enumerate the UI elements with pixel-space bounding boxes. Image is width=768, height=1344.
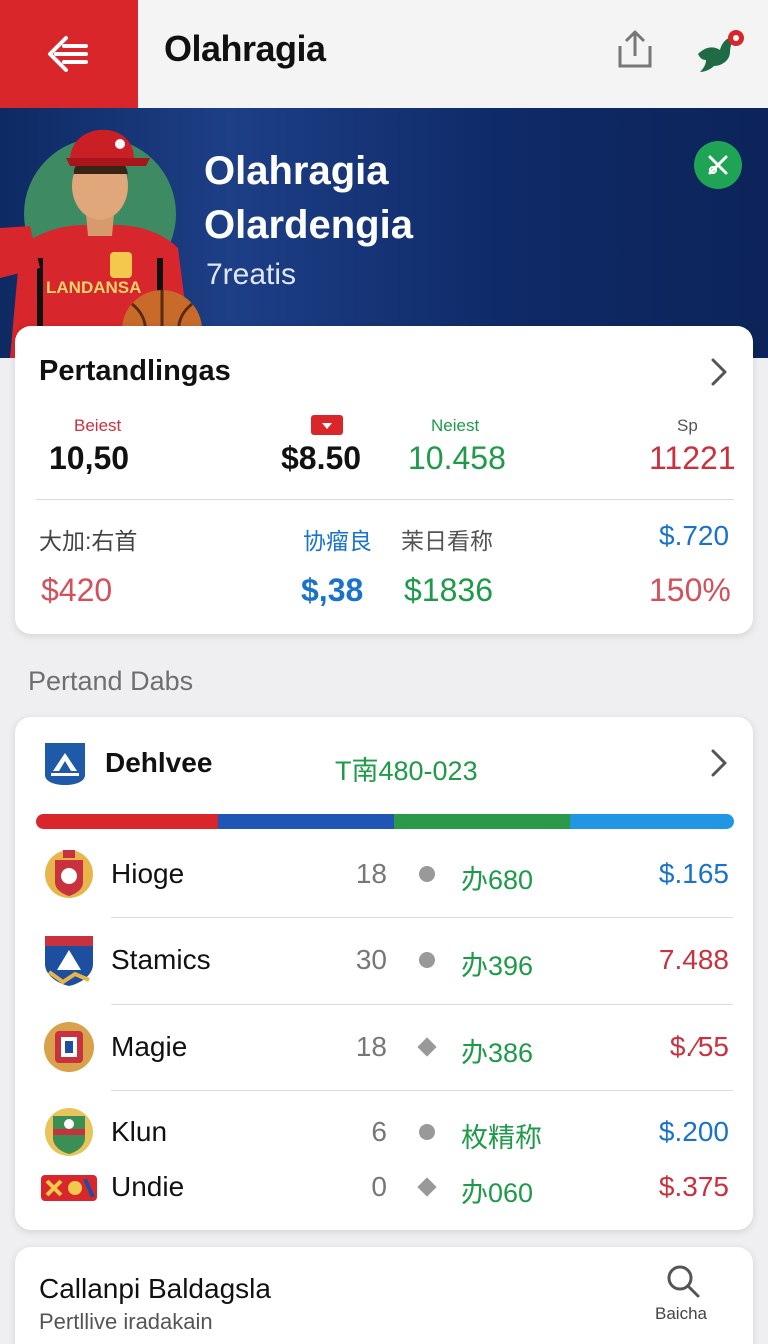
chevron-right-icon[interactable] [708, 356, 730, 388]
color-segment [218, 814, 394, 829]
team-name: Hioge [111, 858, 185, 889]
team-number: 0 [371, 1171, 387, 1202]
hero-title-line2: Olardengia [204, 203, 413, 247]
down-badge-icon [311, 415, 343, 435]
team-price: $.200 [658, 1116, 729, 1147]
team-stat: 办386 [461, 1038, 534, 1068]
stat-value: $420 [41, 572, 113, 608]
team-crest-icon [45, 936, 93, 986]
hero-title: Olahragia Olardengia [204, 144, 413, 252]
divider [111, 1004, 733, 1005]
stat-label: Beiest [74, 416, 122, 435]
player-avatar: LANDANSA [0, 129, 202, 358]
team-crest-icon [45, 1108, 93, 1156]
stat-value: 10,50 [49, 440, 130, 476]
team-name: Magie [111, 1031, 188, 1062]
team-stat: 办060 [461, 1178, 534, 1208]
team-crest-icon [44, 1022, 94, 1072]
status-diamond [417, 1177, 437, 1197]
back-button[interactable] [0, 0, 138, 108]
stat-value: $,38 [301, 572, 364, 608]
team-number: 6 [371, 1116, 387, 1147]
team-stat: 办680 [461, 865, 534, 895]
stat-label: 茉日看称 [401, 528, 493, 554]
divider [111, 917, 733, 918]
team-number: 18 [355, 858, 387, 889]
back-arrow-icon [48, 36, 88, 72]
hero-action-button[interactable] [694, 141, 742, 189]
jersey-text: LANDANSA [46, 278, 141, 297]
team-number: 30 [355, 944, 387, 975]
team-name: Klun [111, 1116, 168, 1147]
color-segment [36, 814, 218, 829]
stat-label: 大加:右首 [39, 528, 138, 554]
team-row[interactable]: Magie 18 办386 $.⁄55 [15, 1017, 753, 1077]
stat-label: Neiest [431, 416, 480, 435]
team-row[interactable]: Hioge 18 办680 $.165 [15, 844, 753, 904]
search-label[interactable]: Baicha [655, 1304, 707, 1324]
team-crest-icon [45, 850, 93, 898]
team-crest-icon [41, 1175, 97, 1201]
team-number: 18 [355, 1031, 387, 1062]
app-title: Olahragia [164, 28, 326, 69]
team-stat: 办396 [461, 951, 534, 981]
bottom-card-subtitle: Pertllive iradakain [39, 1309, 213, 1334]
status-diamond [417, 1037, 437, 1057]
team-price: 7.488 [658, 944, 729, 975]
league-color-bar [36, 814, 734, 829]
bird-notification-icon[interactable] [692, 24, 748, 76]
team-row[interactable]: Undie 0 办060 $.375 [15, 1157, 753, 1217]
team-name: Stamics [111, 944, 211, 975]
team-row[interactable]: Stamics 30 办396 7.488 [15, 930, 753, 990]
section-label: Pertand Dabs [28, 666, 194, 696]
stat-value: $1836 [404, 572, 493, 608]
league-logo-icon [45, 743, 85, 785]
stat-value: $8.50 [281, 440, 362, 476]
stat-label: Sp [677, 416, 698, 435]
close-icon [708, 155, 728, 175]
team-price: $.⁄55 [669, 1031, 729, 1062]
color-segment [394, 814, 570, 829]
bottom-card-title: Callanpi Baldagsla [39, 1273, 271, 1304]
color-segment [570, 814, 734, 829]
stats-card[interactable]: Pertandlingas Beiest Neiest Sp 10,50 $8.… [15, 326, 753, 634]
hero-title-line1: Olahragia [204, 149, 389, 193]
divider [36, 499, 734, 500]
search-icon[interactable] [665, 1263, 701, 1299]
team-name: Undie [111, 1171, 185, 1202]
stat-label: $.720 [659, 520, 730, 551]
team-price: $.375 [658, 1171, 729, 1202]
divider [111, 1090, 733, 1091]
top-app-bar: Olahragia [0, 0, 768, 108]
stat-value: 10.458 [408, 440, 506, 476]
status-dot [419, 866, 435, 882]
status-dot [419, 952, 435, 968]
team-stat: 枚精称 [461, 1123, 542, 1153]
hero-subtitle: 7reatis [206, 258, 297, 291]
status-dot [419, 1124, 435, 1140]
league-name: Dehlvee [105, 747, 213, 778]
share-icon[interactable] [612, 26, 658, 72]
league-card[interactable]: Dehlvee T南480-023 Hioge 18 办680 $.165 St… [15, 717, 753, 1230]
stat-value: 150% [649, 572, 731, 608]
team-row[interactable]: Klun 6 枚精称 $.200 [15, 1102, 753, 1162]
stat-label: 协瘤良 [303, 528, 372, 554]
team-price: $.165 [658, 858, 729, 889]
stats-card-title: Pertandlingas [39, 355, 231, 387]
bottom-card[interactable]: Callanpi Baldagsla Pertllive iradakain B… [15, 1247, 753, 1344]
chevron-right-icon[interactable] [708, 747, 730, 779]
hero-banner: LANDANSA Olahragia Olardengia 7reatis [0, 108, 768, 358]
league-code: T南480-023 [335, 756, 478, 786]
stat-value: 11221 [649, 440, 736, 476]
